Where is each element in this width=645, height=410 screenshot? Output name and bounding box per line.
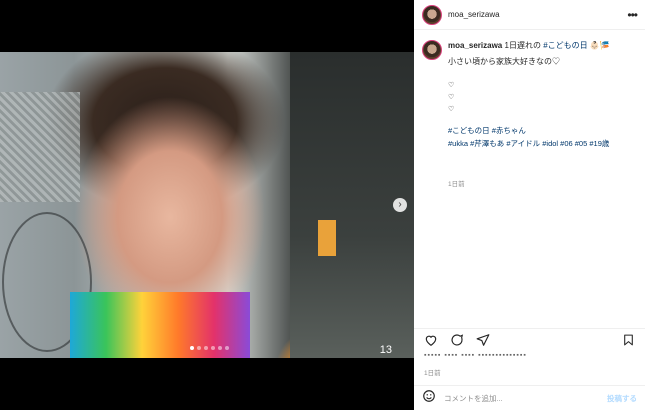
background-sign bbox=[318, 220, 336, 256]
carousel-dot[interactable] bbox=[225, 346, 229, 350]
media-area: 13 › bbox=[0, 0, 414, 410]
caption-body: moa_serizawa 1日遅れの #こどもの日 👶🏻🎏 小さい頃から家族大好… bbox=[448, 40, 610, 190]
post-comment-button[interactable]: 投稿する bbox=[607, 393, 637, 404]
carousel-dot[interactable] bbox=[197, 346, 201, 350]
caption-heart: ♡ bbox=[448, 82, 455, 89]
caption-heart: ♡ bbox=[448, 106, 455, 113]
post-side-panel: moa_serizawa ••• moa_serizawa 1日遅れの #こども… bbox=[414, 0, 645, 410]
action-bar bbox=[414, 328, 645, 350]
instagram-post-window: 13 › moa_serizawa ••• moa_serizawa 1日遅れの… bbox=[0, 0, 645, 410]
post-time-ago: 1日前 bbox=[424, 370, 441, 377]
smiley-icon[interactable] bbox=[422, 389, 436, 408]
hashtag-line[interactable]: #ukka #芹澤もあ #アイドル #idol #06 #05 #19歳 bbox=[448, 137, 610, 150]
caption-hashtag[interactable]: #こどもの日 bbox=[543, 41, 587, 50]
image-counter: 13 bbox=[379, 344, 392, 356]
likes-line[interactable]: ▪▪▪▪▪ ▪▪▪▪ ▪▪▪▪ ▪▪▪▪▪▪▪▪▪▪▪▪▪▪ bbox=[424, 352, 527, 359]
bicycle-basket bbox=[0, 92, 80, 202]
avatar[interactable] bbox=[422, 4, 442, 25]
avatar[interactable] bbox=[422, 40, 442, 60]
carousel-dot[interactable] bbox=[190, 346, 194, 350]
heart-icon[interactable] bbox=[422, 331, 440, 349]
username-link[interactable]: moa_serizawa bbox=[448, 10, 627, 19]
post-photo[interactable]: 13 bbox=[0, 52, 414, 358]
caption-timestamp: 1日前 bbox=[448, 181, 465, 188]
caption-block: moa_serizawa 1日遅れの #こどもの日 👶🏻🎏 小さい頃から家族大好… bbox=[414, 30, 645, 190]
carousel-dot[interactable] bbox=[218, 346, 222, 350]
caption-body-line: 小さい頃から家族大好きなの♡ bbox=[448, 57, 560, 66]
next-image-button[interactable]: › bbox=[393, 198, 407, 212]
comment-input[interactable] bbox=[444, 393, 607, 403]
caption-username[interactable]: moa_serizawa bbox=[448, 41, 502, 50]
more-options-icon[interactable]: ••• bbox=[627, 8, 638, 22]
hashtag-list: #こどもの日 #赤ちゃん #ukka #芹澤もあ #アイドル #idol #06… bbox=[448, 124, 610, 150]
caption-heart: ♡ bbox=[448, 94, 455, 101]
send-icon[interactable] bbox=[474, 331, 492, 349]
carousel-dot[interactable] bbox=[211, 346, 215, 350]
chevron-right-icon: › bbox=[398, 199, 402, 210]
carousel-dots bbox=[190, 346, 229, 350]
post-header: moa_serizawa ••• bbox=[414, 0, 645, 30]
carousel-dot[interactable] bbox=[204, 346, 208, 350]
bookmark-icon[interactable] bbox=[619, 331, 637, 349]
comment-bar: 投稿する bbox=[414, 385, 645, 410]
hashtag-line[interactable]: #こどもの日 #赤ちゃん bbox=[448, 124, 610, 137]
caption-text: 1日遅れの bbox=[504, 41, 541, 50]
comment-icon[interactable] bbox=[448, 331, 466, 349]
caption-emoji: 👶🏻🎏 bbox=[589, 41, 610, 50]
